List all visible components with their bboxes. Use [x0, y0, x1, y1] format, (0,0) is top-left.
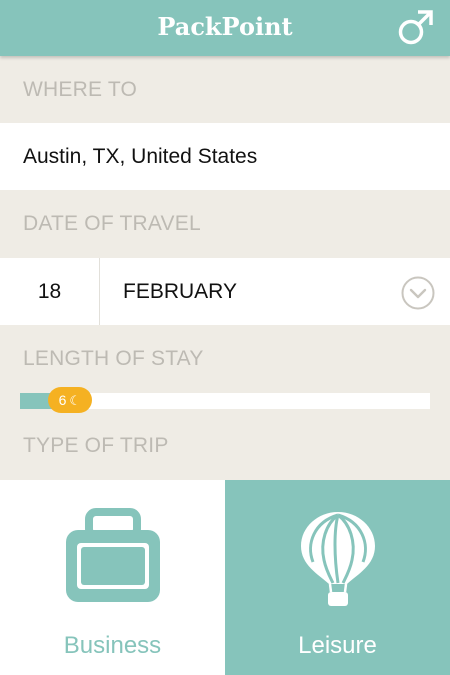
trip-option-business[interactable]: Business	[0, 480, 225, 675]
destination-field[interactable]: Austin, TX, United States	[0, 123, 450, 190]
trip-option-leisure[interactable]: Leisure	[225, 480, 450, 675]
destination-value: Austin, TX, United States	[23, 145, 258, 168]
type-of-trip-label: TYPE OF TRIP	[23, 434, 169, 457]
male-symbol-icon[interactable]	[396, 7, 436, 47]
date-month-picker[interactable]: FEBRUARY	[123, 258, 237, 325]
app-title: PackPoint	[157, 12, 293, 41]
briefcase-icon	[66, 508, 160, 602]
leisure-label: Leisure	[298, 632, 377, 659]
app-header: PackPoint	[0, 0, 450, 56]
packpoint-app: PackPoint WHERE TO Austin, TX, United St…	[0, 0, 450, 675]
where-to-label: WHERE TO	[23, 78, 138, 101]
date-day-picker[interactable]: 18	[0, 258, 100, 325]
nights-count: 6	[58, 392, 67, 408]
date-of-travel-label: DATE OF TRAVEL	[23, 212, 201, 235]
hot-air-balloon-icon	[301, 512, 375, 606]
chevron-down-circle-icon[interactable]	[401, 276, 435, 310]
length-slider-thumb[interactable]: 6 ☾	[47, 387, 92, 413]
length-of-stay-label: LENGTH OF STAY	[23, 347, 204, 370]
moon-icon: ☾	[69, 392, 82, 408]
business-label: Business	[63, 632, 162, 659]
date-row: 18 FEBRUARY	[0, 258, 450, 325]
